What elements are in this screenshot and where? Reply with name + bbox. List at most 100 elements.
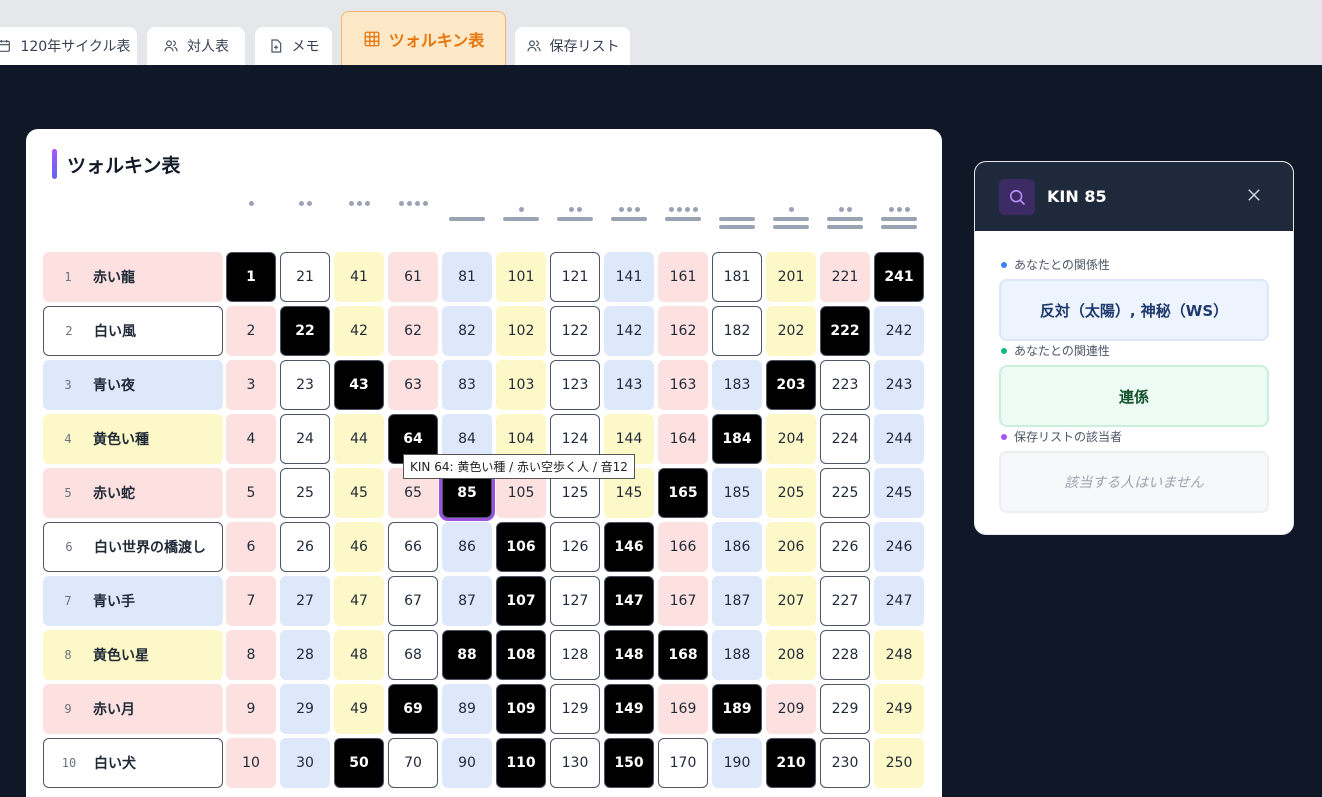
kin-cell[interactable]: 207: [766, 576, 816, 626]
kin-cell[interactable]: 46: [334, 522, 384, 572]
kin-cell[interactable]: 147: [604, 576, 654, 626]
kin-cell[interactable]: 141: [604, 252, 654, 302]
seal-label[interactable]: 5 赤い蛇: [43, 468, 223, 518]
seal-label[interactable]: 10 白い犬: [43, 738, 223, 788]
kin-cell[interactable]: 66: [388, 522, 438, 572]
kin-cell[interactable]: 45: [334, 468, 384, 518]
kin-cell[interactable]: 48: [334, 630, 384, 680]
seal-label[interactable]: 6 白い世界の橋渡し: [43, 522, 223, 572]
kin-cell[interactable]: 61: [388, 252, 438, 302]
kin-cell[interactable]: 23: [280, 360, 330, 410]
kin-cell[interactable]: 110: [496, 738, 546, 788]
kin-cell[interactable]: 26: [280, 522, 330, 572]
kin-cell[interactable]: 63: [388, 360, 438, 410]
seal-label[interactable]: 7 青い手: [43, 576, 223, 626]
kin-cell[interactable]: 225: [820, 468, 870, 518]
kin-cell[interactable]: 22: [280, 306, 330, 356]
kin-cell[interactable]: 248: [874, 630, 924, 680]
kin-cell[interactable]: 244: [874, 414, 924, 464]
kin-cell[interactable]: 228: [820, 630, 870, 680]
kin-cell[interactable]: 166: [658, 522, 708, 572]
kin-cell[interactable]: 186: [712, 522, 762, 572]
kin-cell[interactable]: 205: [766, 468, 816, 518]
kin-cell[interactable]: 170: [658, 738, 708, 788]
kin-cell[interactable]: 81: [442, 252, 492, 302]
kin-cell[interactable]: 250: [874, 738, 924, 788]
kin-cell[interactable]: 122: [550, 306, 600, 356]
kin-cell[interactable]: 88: [442, 630, 492, 680]
kin-cell[interactable]: 190: [712, 738, 762, 788]
kin-cell[interactable]: 165: [658, 468, 708, 518]
kin-cell[interactable]: 226: [820, 522, 870, 572]
kin-cell[interactable]: 202: [766, 306, 816, 356]
kin-cell[interactable]: 167: [658, 576, 708, 626]
kin-cell[interactable]: 107: [496, 576, 546, 626]
kin-cell[interactable]: 143: [604, 360, 654, 410]
kin-cell[interactable]: 7: [226, 576, 276, 626]
kin-cell[interactable]: 149: [604, 684, 654, 734]
kin-cell[interactable]: 169: [658, 684, 708, 734]
kin-cell[interactable]: 227: [820, 576, 870, 626]
close-icon[interactable]: [1245, 186, 1263, 204]
kin-cell[interactable]: 245: [874, 468, 924, 518]
kin-cell[interactable]: 168: [658, 630, 708, 680]
kin-cell[interactable]: 164: [658, 414, 708, 464]
kin-cell[interactable]: 69: [388, 684, 438, 734]
kin-cell[interactable]: 221: [820, 252, 870, 302]
kin-cell[interactable]: 5: [226, 468, 276, 518]
kin-cell[interactable]: 249: [874, 684, 924, 734]
kin-cell[interactable]: 87: [442, 576, 492, 626]
kin-cell[interactable]: 130: [550, 738, 600, 788]
seal-label[interactable]: 3 青い夜: [43, 360, 223, 410]
kin-cell[interactable]: 102: [496, 306, 546, 356]
kin-cell[interactable]: 82: [442, 306, 492, 356]
kin-cell[interactable]: 89: [442, 684, 492, 734]
kin-cell[interactable]: 223: [820, 360, 870, 410]
kin-cell[interactable]: 49: [334, 684, 384, 734]
kin-cell[interactable]: 29: [280, 684, 330, 734]
kin-cell[interactable]: 123: [550, 360, 600, 410]
kin-cell[interactable]: 30: [280, 738, 330, 788]
kin-cell[interactable]: 222: [820, 306, 870, 356]
kin-cell[interactable]: 4: [226, 414, 276, 464]
kin-cell[interactable]: 24: [280, 414, 330, 464]
kin-cell[interactable]: 2: [226, 306, 276, 356]
kin-cell[interactable]: 83: [442, 360, 492, 410]
seal-label[interactable]: 1 赤い龍: [43, 252, 223, 302]
kin-cell[interactable]: 183: [712, 360, 762, 410]
kin-cell[interactable]: 206: [766, 522, 816, 572]
kin-cell[interactable]: 103: [496, 360, 546, 410]
kin-cell[interactable]: 47: [334, 576, 384, 626]
seal-label[interactable]: 2 白い風: [43, 306, 223, 356]
kin-cell[interactable]: 43: [334, 360, 384, 410]
kin-cell[interactable]: 161: [658, 252, 708, 302]
kin-cell[interactable]: 229: [820, 684, 870, 734]
kin-cell[interactable]: 146: [604, 522, 654, 572]
kin-cell[interactable]: 246: [874, 522, 924, 572]
kin-cell[interactable]: 224: [820, 414, 870, 464]
kin-cell[interactable]: 184: [712, 414, 762, 464]
kin-cell[interactable]: 162: [658, 306, 708, 356]
seal-label[interactable]: 9 赤い月: [43, 684, 223, 734]
kin-cell[interactable]: 90: [442, 738, 492, 788]
kin-cell[interactable]: 121: [550, 252, 600, 302]
kin-cell[interactable]: 127: [550, 576, 600, 626]
kin-cell[interactable]: 10: [226, 738, 276, 788]
kin-cell[interactable]: 68: [388, 630, 438, 680]
kin-cell[interactable]: 128: [550, 630, 600, 680]
kin-cell[interactable]: 44: [334, 414, 384, 464]
kin-cell[interactable]: 101: [496, 252, 546, 302]
kin-cell[interactable]: 230: [820, 738, 870, 788]
tab-tzolkin[interactable]: ツォルキン表: [341, 11, 506, 65]
kin-cell[interactable]: 243: [874, 360, 924, 410]
kin-cell[interactable]: 187: [712, 576, 762, 626]
tab-memo[interactable]: メモ: [255, 27, 332, 65]
kin-cell[interactable]: 67: [388, 576, 438, 626]
kin-cell[interactable]: 108: [496, 630, 546, 680]
kin-cell[interactable]: 150: [604, 738, 654, 788]
kin-cell[interactable]: 188: [712, 630, 762, 680]
kin-cell[interactable]: 28: [280, 630, 330, 680]
kin-cell[interactable]: 247: [874, 576, 924, 626]
kin-cell[interactable]: 204: [766, 414, 816, 464]
kin-cell[interactable]: 203: [766, 360, 816, 410]
